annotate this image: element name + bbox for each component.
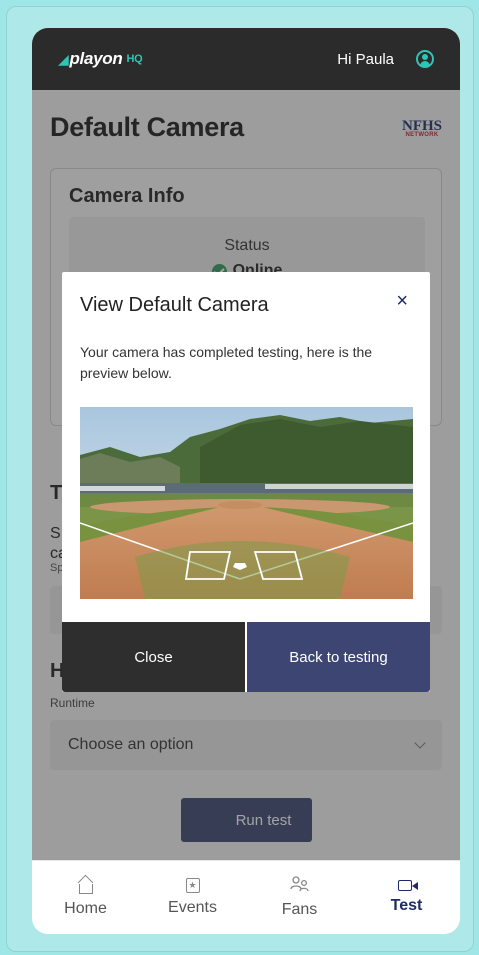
nav-item-test[interactable]: Test [353,861,460,934]
home-icon [78,883,93,894]
events-icon: ★ [185,878,200,893]
close-button[interactable]: Close [62,622,245,692]
nav-label-home: Home [64,899,107,917]
back-to-testing-button[interactable]: Back to testing [247,622,430,692]
bottom-navigation: Home ★ Events Fans Test [32,860,460,934]
modal-title: View Default Camera [80,294,269,316]
nav-item-home[interactable]: Home [32,861,139,934]
logo-text: playon [69,49,123,68]
user-greeting: Hi Paula [337,50,434,68]
logo-mark-icon: ◢ [58,50,69,67]
logo-suffix: HQ [126,53,143,65]
nav-item-fans[interactable]: Fans [246,861,353,934]
greeting-text: Hi Paula [337,50,394,68]
nav-label-test: Test [390,897,423,914]
modal-actions: Close Back to testing [62,622,430,692]
fans-icon [289,876,310,895]
close-icon[interactable]: × [396,290,408,313]
modal-body-text: Your camera has completed testing, here … [80,344,373,381]
playon-logo[interactable]: ◢ playon HQ [58,49,143,69]
phone-screen: ◢ playon HQ Hi Paula Default Camera NFHS… [32,28,460,934]
nav-item-events[interactable]: ★ Events [139,861,246,934]
user-account-icon[interactable] [416,50,434,68]
nav-label-fans: Fans [281,901,318,918]
nav-label-events: Events [168,899,217,916]
camera-preview-image [80,407,413,599]
view-camera-modal: View Default Camera × Your camera has co… [62,272,430,692]
video-camera-icon [397,880,418,891]
top-bar: ◢ playon HQ Hi Paula [32,28,460,90]
